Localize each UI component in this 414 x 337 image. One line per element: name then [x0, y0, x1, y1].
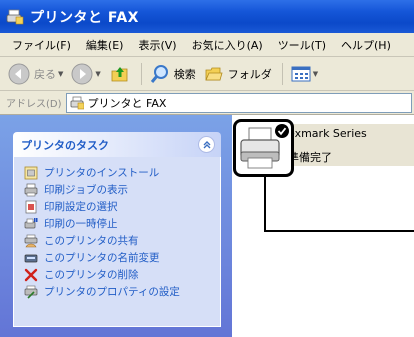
- task-view-print-jobs[interactable]: 印刷ジョブの表示: [24, 181, 220, 198]
- task-delete-printer[interactable]: このプリンタの削除: [24, 266, 220, 283]
- task-label: 印刷設定の選択: [44, 201, 118, 213]
- folders-button[interactable]: フォルダ: [204, 64, 272, 84]
- menu-view[interactable]: 表示(V): [138, 37, 176, 53]
- task-label: このプリンタの共有: [44, 235, 139, 247]
- address-value: プリンタと FAX: [87, 96, 167, 110]
- up-folder-button[interactable]: [109, 63, 131, 85]
- views-button[interactable]: ▼: [291, 65, 318, 83]
- printer-icon: [240, 124, 289, 169]
- views-icon: [291, 66, 311, 81]
- print-queue-icon: [24, 183, 38, 196]
- back-label: 戻る: [34, 67, 56, 81]
- default-printer-check-icon: [275, 124, 289, 138]
- views-dropdown-icon[interactable]: ▼: [313, 70, 318, 78]
- task-label: プリンタのインストール: [44, 167, 160, 179]
- collapse-chevron-icon[interactable]: [198, 136, 215, 153]
- toolbar: 戻る ▼ ▼ 検索 フォルダ ▼: [0, 57, 414, 91]
- address-bar: アドレス(D) プリンタと FAX: [0, 91, 414, 115]
- task-print-preferences[interactable]: 印刷設定の選択: [24, 198, 220, 215]
- printer-folder-icon: [6, 9, 24, 24]
- printer-icon-callout[interactable]: [233, 119, 294, 177]
- back-arrow-icon: [8, 63, 30, 84]
- folders-icon: [205, 67, 223, 80]
- up-folder-icon: [111, 66, 128, 81]
- task-label: このプリンタの削除: [44, 269, 139, 281]
- menu-file[interactable]: ファイル(F): [12, 37, 71, 53]
- task-add-printer[interactable]: プリンタのインストール: [24, 164, 220, 181]
- menu-tools[interactable]: ツール(T): [278, 37, 326, 53]
- printer-status: 準備完了: [288, 151, 332, 164]
- task-share-printer[interactable]: このプリンタの共有: [24, 232, 220, 249]
- printer-tasks-header[interactable]: プリンタのタスク: [13, 132, 221, 157]
- callout-line: [264, 177, 266, 232]
- printer-folder-icon: [70, 96, 84, 109]
- forward-dropdown-icon[interactable]: ▼: [95, 70, 100, 78]
- menu-help[interactable]: ヘルプ(H): [341, 37, 391, 53]
- add-printer-icon: [24, 166, 38, 179]
- address-label: アドレス(D): [6, 99, 62, 110]
- task-label: 印刷ジョブの表示: [44, 184, 128, 196]
- back-dropdown-icon[interactable]: ▼: [58, 70, 63, 78]
- menu-favorites[interactable]: お気に入り(A): [192, 37, 263, 53]
- task-label: このプリンタの名前変更: [44, 252, 160, 264]
- menu-bar: ファイル(F) 編集(E) 表示(V) お気に入り(A) ツール(T) ヘルプ(…: [0, 33, 414, 57]
- window-title: プリンタと FAX: [30, 9, 139, 26]
- rename-printer-icon: [24, 254, 38, 262]
- content-area: プリンタのタスク プリンタのインストール 印刷ジョブの表示 印刷設定の選択 印刷…: [0, 115, 414, 337]
- task-label: プリンタのプロパティの設定: [44, 286, 180, 298]
- address-field[interactable]: プリンタと FAX: [65, 92, 412, 113]
- forward-arrow-icon: [71, 63, 93, 84]
- task-pane: プリンタのタスク プリンタのインストール 印刷ジョブの表示 印刷設定の選択 印刷…: [0, 115, 232, 337]
- callout-line: [264, 230, 414, 232]
- title-bar[interactable]: プリンタと FAX: [0, 0, 414, 33]
- task-label: 印刷の一時停止: [44, 218, 118, 230]
- printer-name: exmark Series: [288, 127, 367, 140]
- explorer-window: プリンタと FAX ファイル(F) 編集(E) 表示(V) お気に入り(A) ツ…: [0, 0, 414, 337]
- forward-button[interactable]: ▼: [71, 63, 101, 85]
- delete-icon: [24, 268, 38, 281]
- properties-icon: [24, 285, 38, 299]
- folders-label: フォルダ: [227, 67, 272, 81]
- task-printer-properties[interactable]: プリンタのプロパティの設定: [24, 283, 220, 300]
- task-rename-printer[interactable]: このプリンタの名前変更: [24, 249, 220, 266]
- search-label: 検索: [173, 67, 196, 81]
- search-button[interactable]: 検索: [150, 64, 196, 84]
- printer-tasks-title: プリンタのタスク: [21, 138, 109, 152]
- task-pause-printing[interactable]: 印刷の一時停止: [24, 215, 220, 232]
- printer-tasks-list: プリンタのインストール 印刷ジョブの表示 印刷設定の選択 印刷の一時停止 このプ…: [13, 157, 221, 327]
- print-settings-icon: [25, 200, 37, 213]
- back-button[interactable]: 戻る ▼: [8, 63, 63, 85]
- search-icon: [150, 64, 168, 83]
- toolbar-separator: [140, 62, 142, 85]
- pause-printing-icon: [24, 217, 38, 228]
- menu-edit[interactable]: 編集(E): [86, 37, 124, 53]
- share-printer-icon: [24, 234, 38, 247]
- toolbar-separator: [281, 62, 283, 85]
